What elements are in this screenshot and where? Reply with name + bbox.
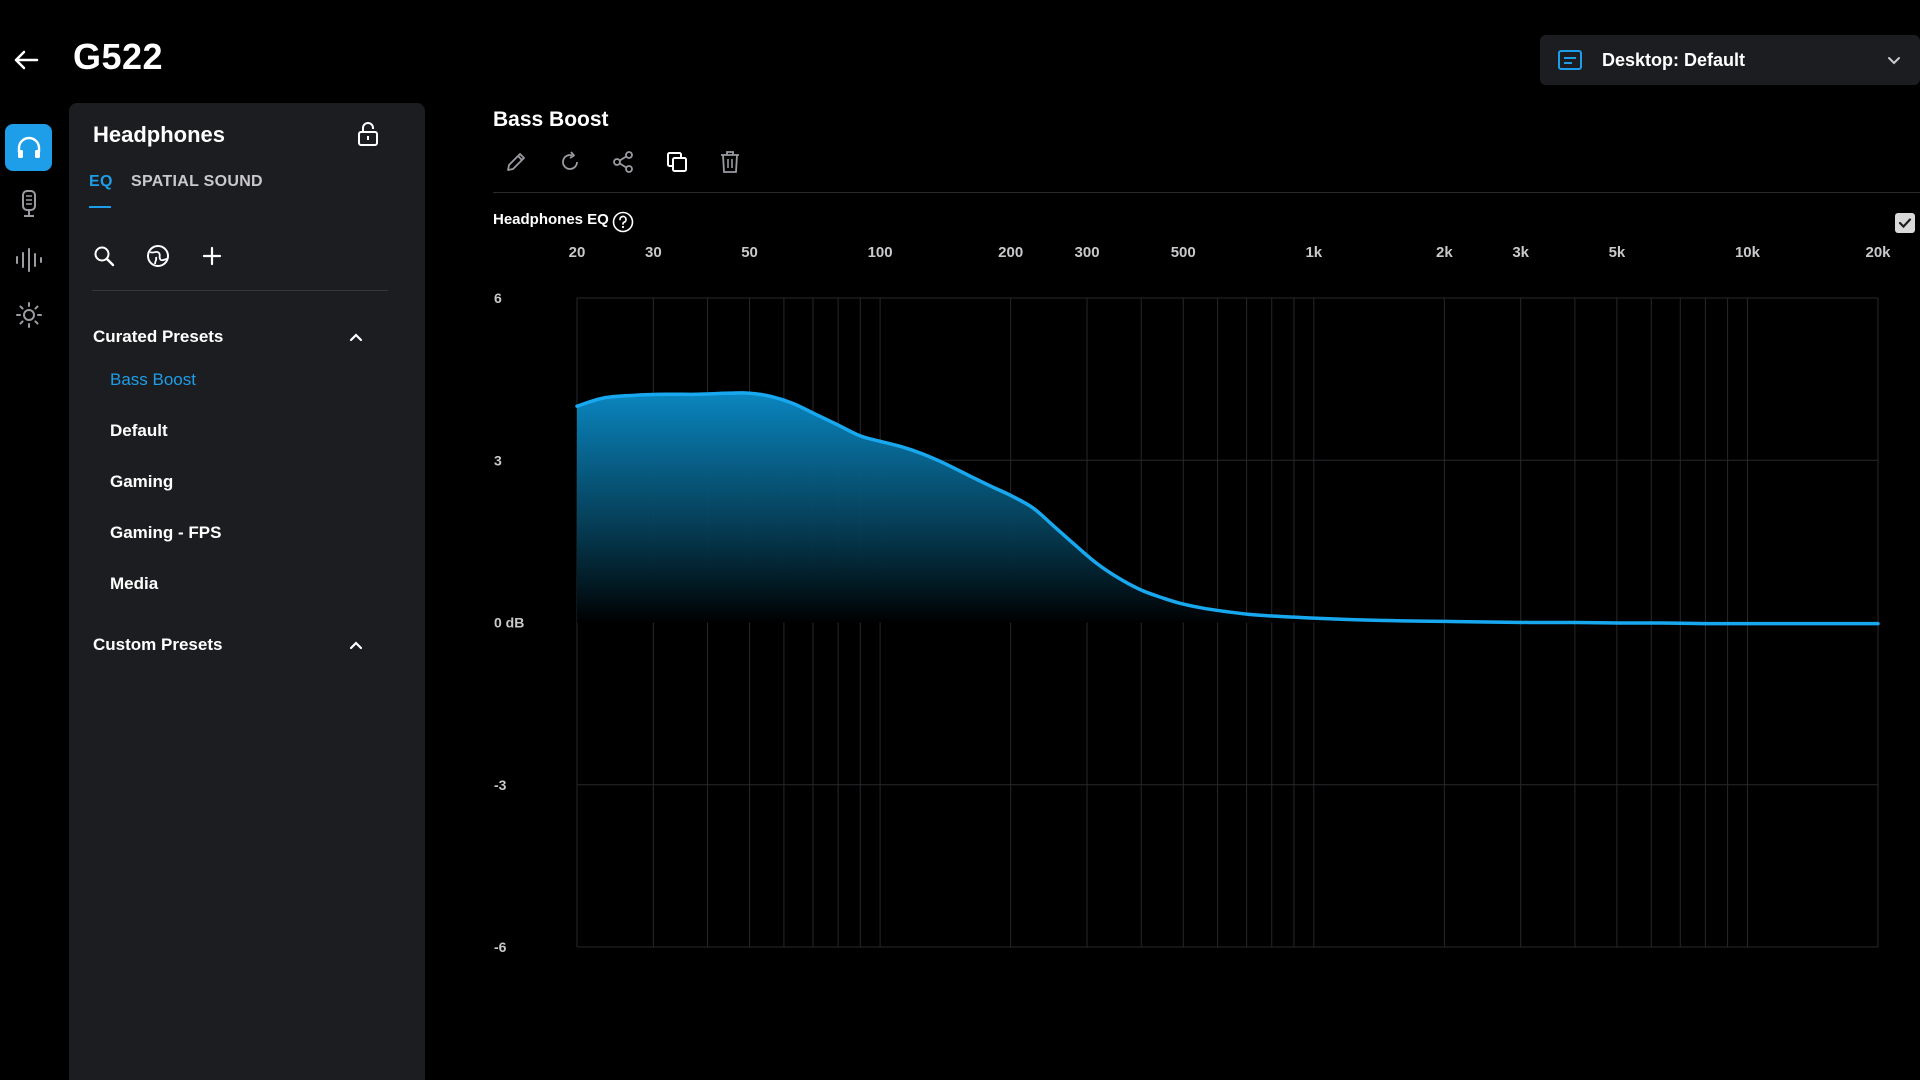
globe-icon xyxy=(147,245,169,267)
eq-curve-fill xyxy=(577,392,1878,624)
x-tick-label: 10k xyxy=(1735,244,1761,261)
lighting-icon xyxy=(15,301,42,328)
x-tick-label: 300 xyxy=(1075,244,1100,261)
x-tick-label: 5k xyxy=(1609,244,1626,261)
reset-icon xyxy=(562,151,578,170)
community-presets-button[interactable] xyxy=(145,243,171,269)
y-tick-label: -6 xyxy=(494,939,507,955)
plus-icon xyxy=(202,246,222,266)
microphone-icon xyxy=(21,189,36,217)
search-icon xyxy=(94,246,115,267)
share-icon xyxy=(613,151,633,173)
chevron-up-icon xyxy=(349,333,363,342)
profile-dropdown[interactable]: Desktop: Default xyxy=(1540,35,1920,85)
duplicate-button[interactable] xyxy=(663,148,691,176)
custom-presets-label: Custom Presets xyxy=(93,635,223,654)
x-tick-label: 200 xyxy=(998,244,1023,261)
x-tick-label: 20 xyxy=(569,244,586,261)
x-tick-label: 3k xyxy=(1512,244,1529,261)
x-tick-label: 20k xyxy=(1865,244,1891,261)
eq-enable-checkbox[interactable] xyxy=(1895,213,1915,233)
preset-media[interactable]: Media xyxy=(110,574,158,594)
help-icon xyxy=(612,211,634,233)
headphones-icon xyxy=(17,136,40,158)
x-tick-label: 1k xyxy=(1305,244,1322,261)
x-tick-label: 50 xyxy=(741,244,758,261)
tab-spatial-sound[interactable]: SPATIAL SOUND xyxy=(131,173,263,191)
delete-button[interactable] xyxy=(716,148,744,176)
x-tick-label: 500 xyxy=(1171,244,1196,261)
preset-title: Bass Boost xyxy=(493,108,609,131)
preset-gaming-fps[interactable]: Gaming - FPS xyxy=(110,523,221,543)
tab-eq[interactable]: EQ xyxy=(89,173,113,191)
trash-icon xyxy=(721,151,739,173)
curated-presets-label: Curated Presets xyxy=(93,327,224,346)
custom-presets-header[interactable]: Custom Presets xyxy=(93,633,383,657)
preset-default[interactable]: Default xyxy=(110,421,168,441)
add-preset-button[interactable] xyxy=(199,243,225,269)
chevron-up-icon xyxy=(349,641,363,650)
arrow-left-icon xyxy=(14,50,39,70)
rail-headphones[interactable] xyxy=(5,124,52,171)
back-button[interactable] xyxy=(12,46,40,74)
chevron-down-icon xyxy=(1888,57,1900,65)
y-tick-label: -3 xyxy=(494,777,507,793)
rail-equalizer[interactable] xyxy=(5,236,52,283)
profile-label: Desktop: Default xyxy=(1602,49,1746,70)
unlock-icon xyxy=(358,122,378,146)
y-tick-label: 0 dB xyxy=(494,615,524,631)
pencil-icon xyxy=(507,153,525,171)
eq-curve-line xyxy=(575,391,1880,626)
checkmark-icon xyxy=(1898,218,1912,229)
preset-gaming[interactable]: Gaming xyxy=(110,472,173,492)
curated-presets-header[interactable]: Curated Presets xyxy=(93,325,383,349)
y-tick-label: 3 xyxy=(494,452,502,468)
share-button[interactable] xyxy=(609,148,637,176)
panel-title: Headphones xyxy=(93,122,226,147)
x-tick-label: 2k xyxy=(1436,244,1453,261)
edit-button[interactable] xyxy=(502,148,530,176)
desktop-profile-icon xyxy=(1558,50,1582,70)
search-button[interactable] xyxy=(91,243,117,269)
lock-button[interactable] xyxy=(356,121,380,147)
x-tick-label: 100 xyxy=(868,244,893,261)
x-tick-label: 30 xyxy=(645,244,662,261)
rail-microphone[interactable] xyxy=(5,180,52,227)
device-title: G522 xyxy=(73,36,164,77)
rail-lighting[interactable] xyxy=(5,291,52,338)
eq-label: Headphones EQ xyxy=(493,211,609,228)
help-button[interactable] xyxy=(612,211,634,233)
equalizer-bars-icon xyxy=(15,247,42,272)
tab-eq-underline xyxy=(89,206,111,208)
main-divider xyxy=(493,192,1920,193)
preset-bass-boost[interactable]: Bass Boost xyxy=(110,370,196,390)
reset-button[interactable] xyxy=(556,148,584,176)
headphones-panel: Headphones EQ SPATIAL SOUND Curated Pres… xyxy=(69,103,425,1080)
panel-divider xyxy=(92,290,388,291)
duplicate-icon xyxy=(667,152,687,172)
y-tick-label: 6 xyxy=(494,290,502,306)
